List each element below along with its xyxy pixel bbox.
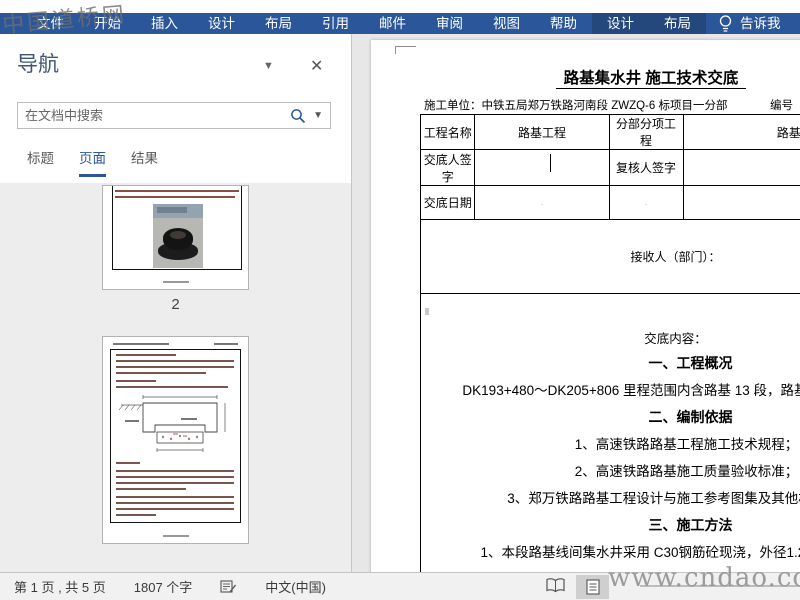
tab-mailings[interactable]: 邮件: [364, 13, 421, 34]
page-thumbnail-list: 2: [0, 183, 351, 572]
document-page[interactable]: 路基集水井 施工技术交底 施工单位：中铁五局郑万铁路河南段 ZWZQ-6 标项目…: [371, 40, 800, 572]
contextual-tab-layout[interactable]: 布局: [649, 13, 706, 34]
paragraph: DK193+480～DK205+806 里程范围内含路基 13 段，路基线间集水…: [462, 382, 800, 398]
document-search-box: ▼: [17, 102, 331, 129]
tellme-label: 告诉我: [740, 16, 781, 31]
tab-insert[interactable]: 插入: [136, 13, 193, 34]
cell-subproject-value[interactable]: 路基集水井: [682, 114, 800, 150]
cell-empty[interactable]: ·: [608, 185, 684, 220]
thumb-footer-text: [162, 281, 189, 283]
cell-disclosure-date-label: 交底日期: [419, 185, 476, 220]
nav-tab-pages[interactable]: 页面: [79, 147, 106, 177]
text-cursor: [550, 154, 551, 172]
thumb-header-text: [113, 343, 169, 345]
cell-empty[interactable]: ·: [682, 185, 800, 220]
navigation-tabs: 标题 页面 结果: [27, 147, 158, 177]
navigation-close-icon[interactable]: ✕: [310, 56, 323, 76]
cell-discloser-signature-value[interactable]: [474, 149, 610, 186]
list-item: 2、高速铁路路基施工质量验收标准；: [574, 463, 799, 479]
cross-section-diagram: [118, 395, 226, 452]
construction-unit-line: 施工单位：中铁五局郑万铁路河南段 ZWZQ-6 标项目一分部: [424, 100, 728, 112]
contextual-tab-design[interactable]: 设计: [592, 13, 649, 34]
disclosure-table: 工程名称 路基工程 分部分项工程 路基集水井 交底人签字 复核人签字 · 交底日…: [419, 114, 800, 572]
search-icon[interactable]: [290, 108, 306, 129]
print-layout-button[interactable]: [576, 575, 609, 599]
cell-receiver-department[interactable]: 接收人（部门）：: [420, 219, 800, 294]
thumb-header-text: [214, 343, 238, 345]
section-heading-1: 一、工程概况: [648, 354, 733, 371]
nav-tab-results[interactable]: 结果: [131, 147, 158, 177]
page-number-status[interactable]: 第 1 页 , 共 5 页: [14, 577, 106, 596]
list-item: 3、郑万铁路路基工程设计与施工参考图集及其他相关文件。: [507, 490, 800, 506]
tab-design[interactable]: 设计: [193, 13, 250, 34]
tellme-tab[interactable]: 告诉我: [718, 13, 781, 34]
tab-references[interactable]: 引用: [307, 13, 364, 34]
cell-project-name-label: 工程名称: [419, 114, 476, 150]
thumb-footer-text: [162, 535, 189, 537]
navigation-options-chevron-down-icon[interactable]: ▼: [263, 60, 274, 72]
proofing-status-icon[interactable]: [220, 579, 237, 594]
cell-discloser-signature-label: 交底人签字: [419, 149, 476, 186]
cell-reviewer-signature-label: 复核人签字: [608, 149, 684, 186]
tab-help[interactable]: 帮助: [535, 13, 592, 34]
tab-file[interactable]: 文件: [22, 13, 79, 34]
thumbnail-caption: 2: [171, 296, 180, 313]
thumbnail-page-3[interactable]: [102, 336, 249, 544]
cell-reviewer-signature-value[interactable]: ·: [682, 149, 800, 186]
status-bar: 第 1 页 , 共 5 页 1807 个字 中文(中国): [0, 572, 800, 600]
list-item: 1、高速铁路路基工程施工技术规程；: [574, 436, 799, 452]
section-heading-3: 三、施工方法: [648, 516, 733, 533]
nav-tab-headings[interactable]: 标题: [27, 147, 54, 177]
thumb-content-border: [110, 349, 241, 523]
language-status[interactable]: 中文(中国): [265, 577, 326, 596]
tab-layout[interactable]: 布局: [250, 13, 307, 34]
number-label: 编号: [770, 100, 793, 112]
thumbnail-page-2[interactable]: [102, 185, 249, 290]
section-heading-2: 二、编制依据: [648, 408, 733, 425]
word-count-status[interactable]: 1807 个字: [134, 577, 193, 596]
search-chevron-down-icon[interactable]: ▼: [313, 110, 323, 121]
ribbon-tab-bar: 文件 开始 插入 设计 布局 引用 邮件 审阅 视图 帮助 设计 布局 告诉我: [0, 13, 800, 34]
tab-review[interactable]: 审阅: [421, 13, 478, 34]
content-label: 交底内容：: [644, 331, 707, 346]
well-photo: [153, 204, 203, 268]
search-input[interactable]: [18, 103, 268, 128]
tab-view[interactable]: 视图: [478, 13, 535, 34]
cell-disclosure-date-value[interactable]: ·: [474, 185, 610, 220]
tab-home[interactable]: 开始: [79, 13, 136, 34]
navigation-pane: 导航 ▼ ✕ ▼ 标题 页面 结果: [0, 34, 352, 572]
document-canvas: 路基集水井 施工技术交底 施工单位：中铁五局郑万铁路河南段 ZWZQ-6 标项目…: [352, 34, 800, 572]
read-mode-button[interactable]: [545, 577, 566, 597]
paragraph: 1、本段路基线间集水井采用 C30钢筋砼现浇，外径1.2m，壁厚0.2m，: [480, 544, 800, 560]
cell-project-name-value[interactable]: 路基工程: [474, 114, 610, 150]
lightbulb-icon: [718, 14, 733, 33]
margin-crop-mark-icon: [395, 46, 416, 54]
navigation-pane-title: 导航: [17, 53, 59, 76]
disclosure-content-cell[interactable]: 交底内容： 一、工程概况 DK193+480～DK205+806 里程范围内含路…: [420, 293, 800, 572]
contextual-tab-group: 设计 布局: [592, 13, 706, 34]
document-title: 路基集水井 施工技术交底: [371, 66, 800, 89]
cell-subproject-label: 分部分项工程: [608, 114, 684, 150]
paragraph-mark: [425, 307, 429, 315]
